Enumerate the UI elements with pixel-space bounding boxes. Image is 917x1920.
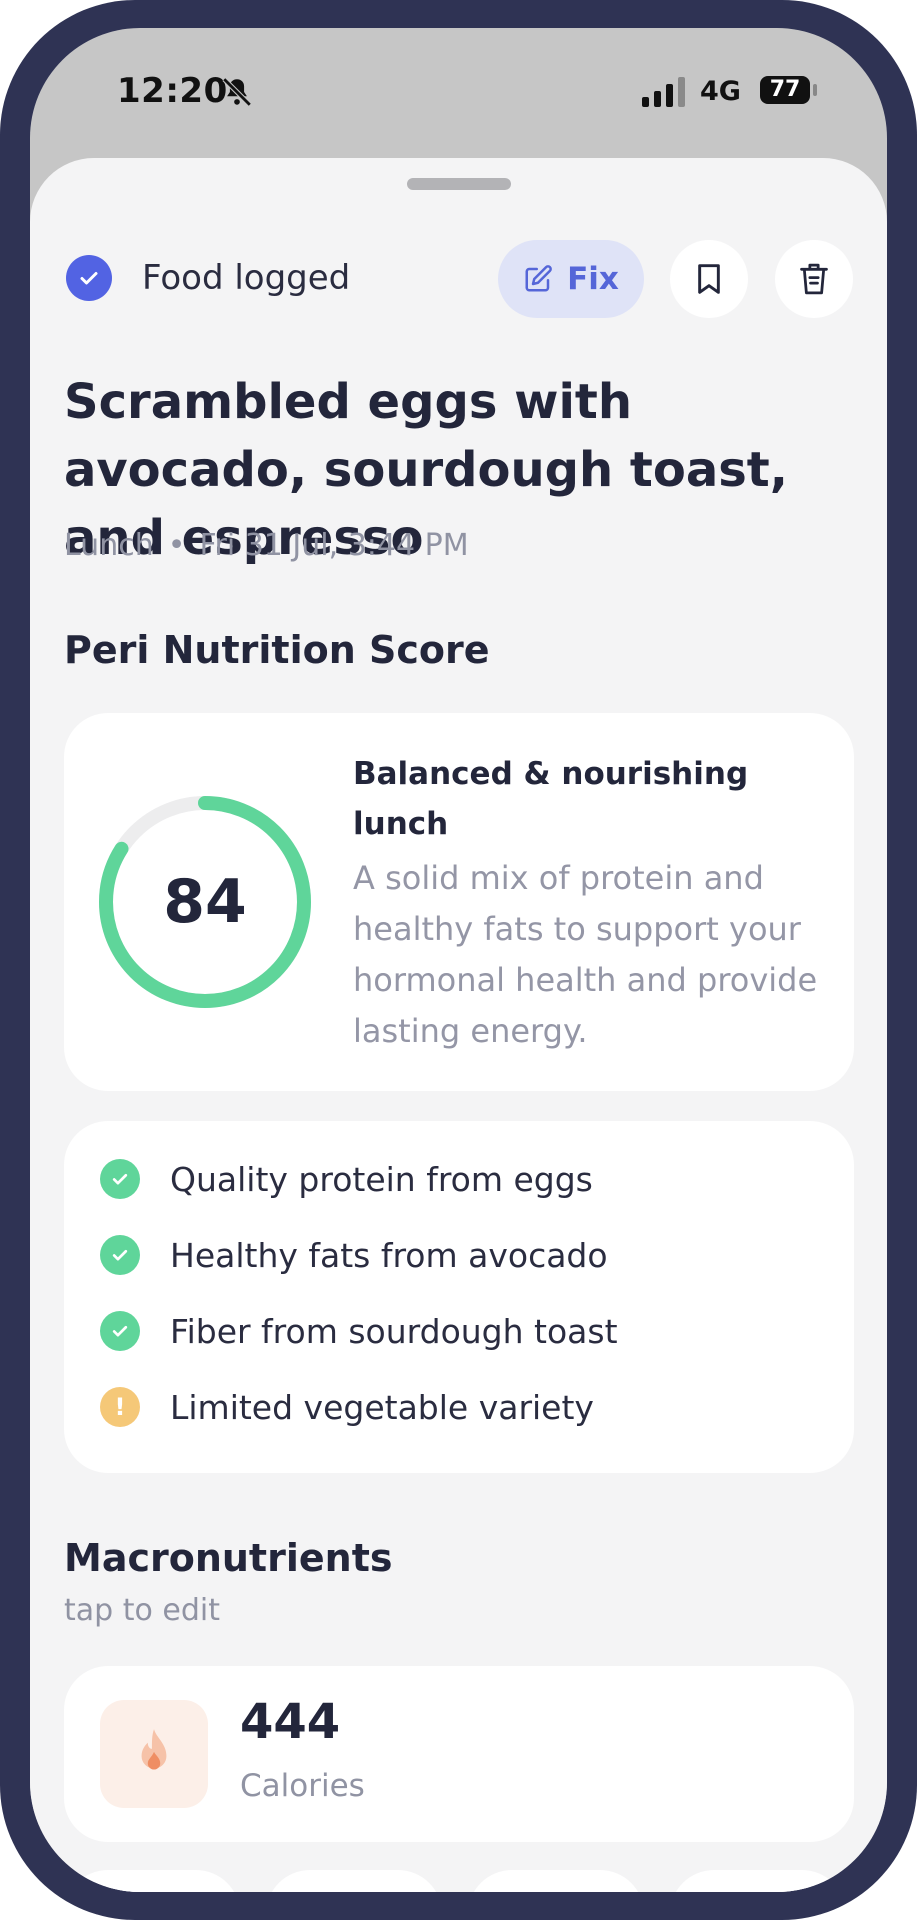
highlight-item: Quality protein from eggs (100, 1155, 593, 1203)
highlight-item: ! Limited vegetable variety (100, 1383, 594, 1431)
macros-section-title: Macronutrients (64, 1536, 393, 1580)
highlight-text: Quality protein from eggs (170, 1159, 593, 1199)
macro-card-peek[interactable] (64, 1870, 240, 1892)
macro-card-peek[interactable] (468, 1870, 644, 1892)
highlights-card: Quality protein from eggs Healthy fats f… (64, 1121, 854, 1473)
check-circle-icon (66, 255, 112, 301)
edit-icon (525, 265, 552, 292)
macro-card-peek[interactable] (266, 1870, 442, 1892)
logged-label: Food logged (142, 258, 351, 298)
meal-detail-sheet: Food logged Fix Scrambled eggs with avoc… (30, 158, 887, 1892)
score-section-title: Peri Nutrition Score (64, 628, 490, 672)
score-description: A solid mix of protein and healthy fats … (353, 859, 818, 1050)
fix-button[interactable]: Fix (498, 240, 644, 318)
check-icon (100, 1235, 140, 1275)
fix-button-label: Fix (567, 261, 619, 297)
highlight-text: Healthy fats from avocado (170, 1235, 608, 1275)
macro-card-peek[interactable] (670, 1870, 846, 1892)
warning-icon: ! (100, 1387, 140, 1427)
bookmark-button[interactable] (670, 240, 748, 318)
highlight-item: Fiber from sourdough toast (100, 1307, 618, 1355)
signal-icon (642, 77, 685, 107)
macros-hint: tap to edit (64, 1593, 220, 1628)
bookmark-icon (698, 264, 720, 294)
score-headline: Balanced & nourishing lunch (353, 756, 749, 842)
trash-icon (800, 263, 828, 295)
phone-frame: 12:20 4G 77 Food logged Fix Scrambled eg… (0, 0, 917, 1920)
calories-label: Calories (240, 1768, 365, 1804)
meal-type: Lunch (64, 528, 154, 563)
status-time: 12:20 (117, 71, 228, 111)
meal-timestamp: Fri 31 Jul, 3:44 PM (199, 528, 469, 563)
highlight-item: Healthy fats from avocado (100, 1231, 608, 1279)
sheet-drag-handle[interactable] (407, 178, 511, 190)
screen: 12:20 4G 77 Food logged Fix Scrambled eg… (30, 28, 887, 1892)
calories-value: 444 (240, 1694, 341, 1750)
calories-card[interactable]: 444 Calories (64, 1666, 854, 1842)
network-type: 4G (700, 76, 741, 107)
battery-level: 77 (760, 76, 810, 104)
highlight-text: Fiber from sourdough toast (170, 1311, 618, 1351)
score-card[interactable]: 84 Balanced & nourishing lunch A solid m… (64, 713, 854, 1091)
flame-icon (100, 1700, 208, 1808)
battery-cap (813, 84, 817, 96)
logged-status: Food logged (66, 254, 350, 302)
highlight-text: Limited vegetable variety (170, 1387, 594, 1427)
separator-dot: • (167, 528, 186, 563)
meal-meta: Lunch • Fri 31 Jul, 3:44 PM (64, 528, 469, 563)
status-bar: 12:20 4G 77 (30, 28, 887, 158)
delete-button[interactable] (775, 240, 853, 318)
check-icon (100, 1311, 140, 1351)
score-value: 84 (163, 867, 247, 937)
bell-off-icon (222, 77, 252, 107)
check-icon (100, 1159, 140, 1199)
